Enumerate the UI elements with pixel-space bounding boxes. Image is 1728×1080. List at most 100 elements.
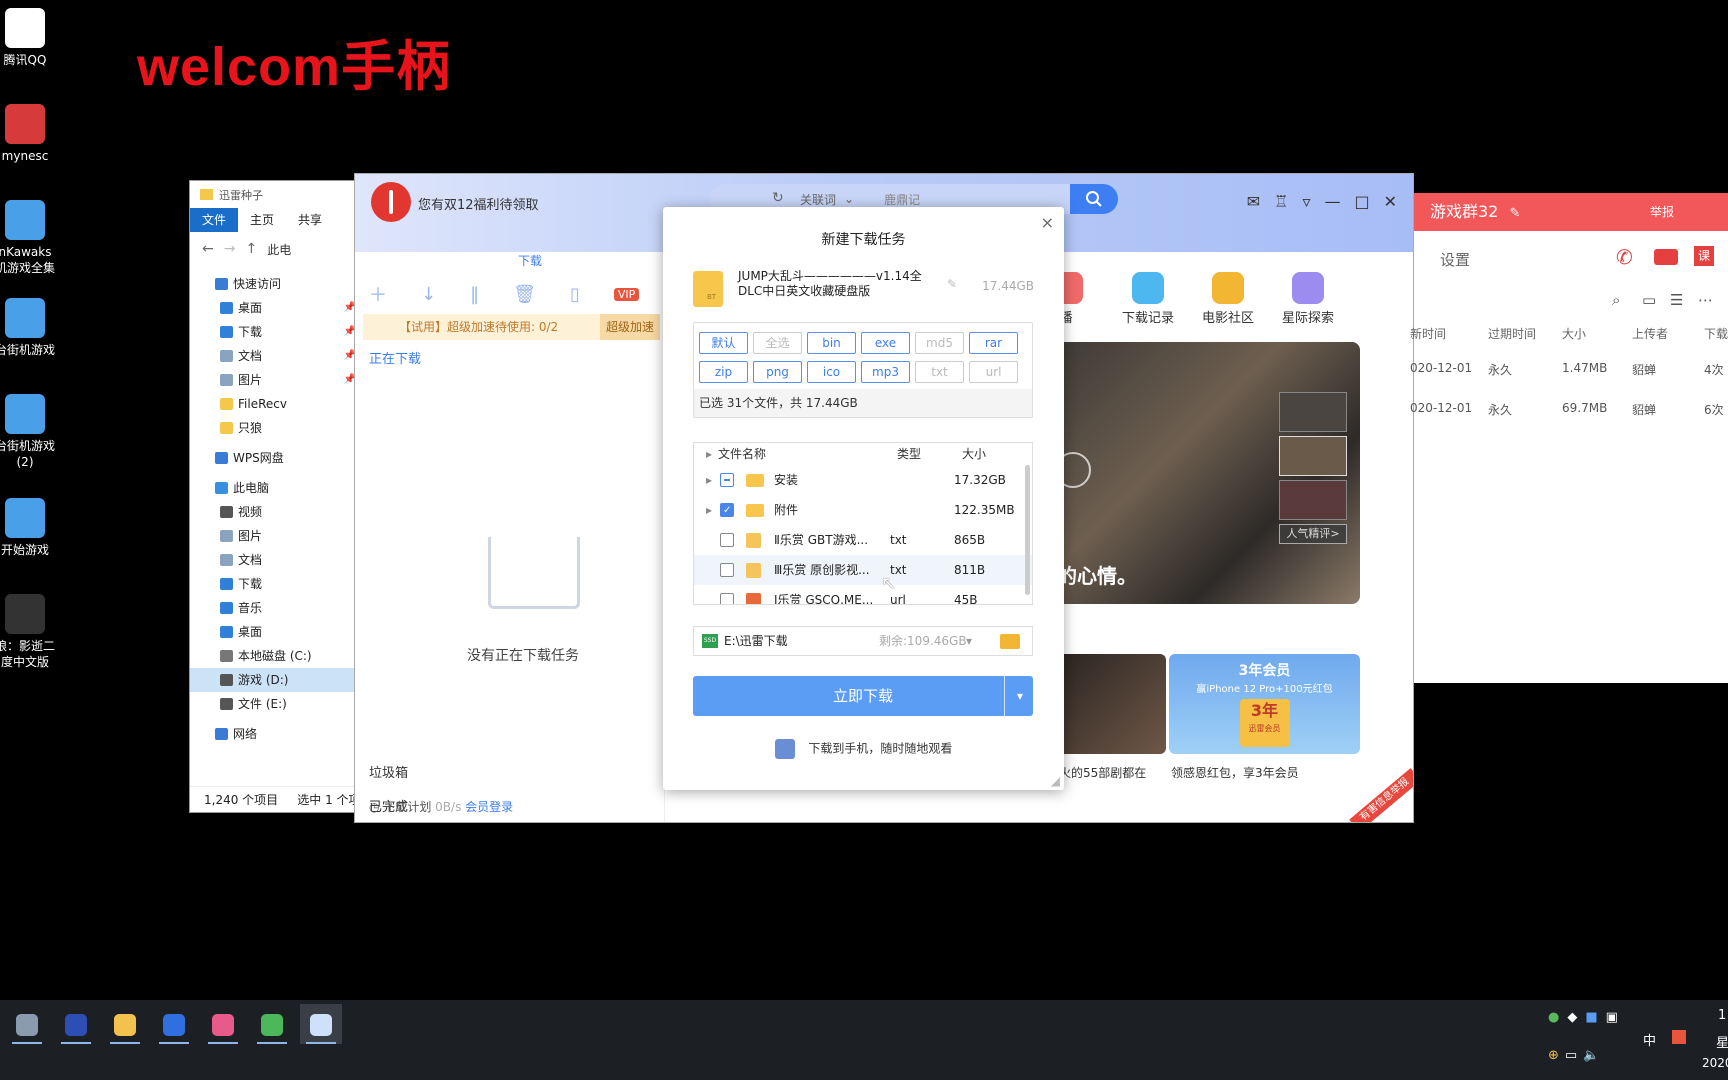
phone-call-icon[interactable]: ✆	[1616, 245, 1633, 269]
photos-app[interactable]	[202, 1004, 244, 1044]
filter-chip-png[interactable]: png	[753, 361, 802, 383]
wps-app[interactable]	[153, 1004, 195, 1044]
benefit-notice[interactable]: 您有双12福利待领取	[418, 194, 539, 213]
filter-chip-默认[interactable]: 默认	[699, 332, 748, 354]
ime-indicator[interactable]: 中	[1643, 1030, 1656, 1049]
app-tray-icon[interactable]: ▣	[1606, 1010, 1626, 1025]
plus-icon[interactable]: ⊕	[1548, 1048, 1565, 1063]
clock-year[interactable]: 2020	[1702, 1056, 1728, 1070]
chevron-down-icon[interactable]: ▾	[966, 627, 972, 655]
reload-icon[interactable]: ↻	[772, 190, 784, 206]
back-icon[interactable]: ←	[202, 241, 214, 257]
feature-item[interactable]: 下载记录	[1115, 272, 1181, 326]
feature-item[interactable]: 星际探索	[1275, 272, 1341, 326]
volume-icon[interactable]: 🔈	[1583, 1048, 1605, 1063]
ribbon-tab-home[interactable]: 主页	[238, 208, 286, 232]
address-text[interactable]: 此电	[267, 241, 291, 258]
forward-icon[interactable]: →	[224, 241, 236, 257]
nav-item[interactable]: 下载 📌	[190, 320, 368, 344]
nav-item[interactable]: WPS网盘	[190, 446, 368, 470]
nav-item[interactable]: 视频	[190, 500, 368, 524]
settings-menu[interactable]: 设置	[1440, 249, 1470, 270]
report-link[interactable]: 举报	[1650, 193, 1674, 231]
thumbnail[interactable]	[1279, 480, 1347, 520]
vip-icon[interactable]: VIP	[613, 287, 640, 301]
nav-item[interactable]: 快速访问	[190, 272, 368, 296]
start-icon[interactable]: ↓	[421, 284, 436, 305]
nav-item[interactable]: 下载	[190, 572, 368, 596]
nav-item[interactable]: 此电脑	[190, 476, 368, 500]
file-checkbox[interactable]	[720, 533, 734, 547]
chevron-down-icon[interactable]: ▾	[1003, 676, 1023, 716]
column-header[interactable]: 新时间	[1410, 325, 1446, 342]
promo-badge[interactable]: 超级加速	[599, 314, 660, 340]
desktop-icon[interactable]: mynesc	[0, 104, 58, 164]
filter-chip-zip[interactable]: zip	[699, 361, 748, 383]
ime-mode-icon[interactable]	[1672, 1030, 1686, 1044]
qq-tray-icon[interactable]: ◆	[1567, 1010, 1585, 1025]
class-icon[interactable]: 课	[1694, 246, 1714, 266]
xunlei-tray-icon[interactable]: ■	[1585, 1010, 1605, 1025]
maximize-button[interactable]: □	[1354, 192, 1369, 211]
up-icon[interactable]: ↑	[245, 241, 257, 257]
expand-icon[interactable]: ▸	[706, 465, 712, 495]
xunlei-app[interactable]	[300, 1004, 342, 1044]
skin-icon[interactable]: ♖	[1274, 192, 1288, 211]
menu-icon[interactable]: ▿	[1302, 192, 1310, 211]
filter-chip-exe[interactable]: exe	[861, 332, 910, 354]
video-call-icon[interactable]	[1654, 249, 1678, 265]
filter-chip-txt[interactable]: txt	[915, 361, 964, 383]
add-task-icon[interactable]: ＋	[369, 281, 387, 307]
nav-item[interactable]: 桌面	[190, 620, 368, 644]
explorer-app[interactable]	[104, 1004, 146, 1044]
file-checkbox[interactable]	[720, 496, 734, 526]
delete-icon[interactable]: 🗑	[513, 284, 536, 305]
more-icon[interactable]: ⋯	[1698, 291, 1713, 309]
edit-icon[interactable]: ✎	[1509, 206, 1520, 221]
download-to-phone[interactable]: 下载到手机，随时随地观看	[663, 739, 1064, 759]
nav-item[interactable]: 文件 (E:)	[190, 692, 368, 716]
expand-icon[interactable]: ▸	[706, 495, 712, 525]
vip-promo-card[interactable]: 3年会员 赢iPhone 12 Pro+100元红包 3年 迅雷会员	[1169, 654, 1360, 754]
system-app[interactable]	[6, 1004, 48, 1044]
file-checkbox[interactable]	[720, 473, 734, 487]
filter-chip-bin[interactable]: bin	[807, 332, 856, 354]
desktop-icon[interactable]: 台街机游戏	[0, 298, 58, 358]
edit-icon[interactable]: ✎	[947, 277, 957, 291]
close-icon[interactable]: ×	[1041, 213, 1054, 232]
desktop-icon[interactable]: 台街机游戏 (2)	[0, 394, 58, 470]
filter-chip-md5[interactable]: md5	[915, 332, 964, 354]
clock-time[interactable]: 1	[1718, 1008, 1726, 1023]
folder-icon[interactable]	[1000, 634, 1020, 649]
desktop-icon[interactable]: 腾讯QQ	[0, 8, 58, 68]
ribbon-tab-file[interactable]: 文件	[190, 208, 239, 232]
nav-item[interactable]: 桌面 📌	[190, 296, 368, 320]
inbox-icon[interactable]: ▭	[1642, 291, 1656, 309]
file-checkbox[interactable]	[720, 593, 734, 604]
hot-pick-link[interactable]: 人气精评>	[1279, 524, 1347, 544]
download-now-button[interactable]: 立即下载 ▾	[693, 676, 1033, 716]
column-header[interactable]: 下载	[1704, 325, 1728, 342]
nav-item[interactable]: FileRecv	[190, 392, 368, 416]
ribbon-tab-share[interactable]: 共享	[286, 208, 334, 232]
list-icon[interactable]: ☰	[1670, 291, 1683, 309]
phone-icon[interactable]: ▯	[570, 284, 580, 305]
col-name[interactable]: 文件名称	[718, 443, 766, 465]
nav-item[interactable]: 只狼	[190, 416, 368, 440]
col-type[interactable]: 类型	[897, 443, 921, 465]
pause-icon[interactable]: ‖	[470, 284, 479, 305]
table-row[interactable]: 020-12-01 永久 1.47MB 貂蝉 4次	[1410, 349, 1728, 389]
nav-item[interactable]: 文档 📌	[190, 344, 368, 368]
close-button[interactable]: ✕	[1384, 192, 1397, 211]
minimize-button[interactable]: —	[1324, 192, 1340, 211]
drama-caption[interactable]: 火的55部剧都在	[1059, 764, 1146, 781]
member-login-link[interactable]: 会员登录	[465, 800, 513, 814]
filter-chip-全选[interactable]: 全选	[753, 332, 802, 354]
xunlei-logo[interactable]	[371, 182, 411, 222]
file-row[interactable]: Ⅰ乐赏 GSCQ.ME... url 45B	[694, 585, 1032, 604]
file-row[interactable]: Ⅲ乐赏 原创影视... txt 811B	[694, 555, 1032, 585]
tab-download[interactable]: 下载	[518, 252, 542, 269]
resize-handle-icon[interactable]: ◢	[1051, 774, 1060, 788]
nav-item[interactable]: 图片 📌	[190, 368, 368, 392]
table-row[interactable]: 020-12-01 永久 69.7MB 貂蝉 6次	[1410, 389, 1728, 429]
